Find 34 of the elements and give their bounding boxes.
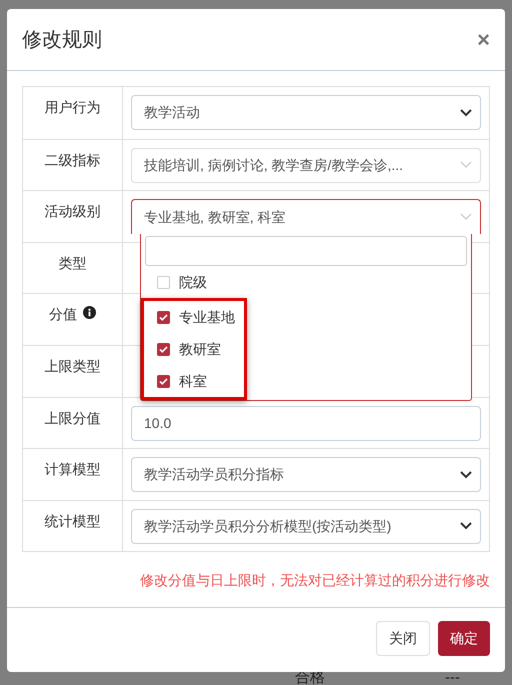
chevron-down-icon	[460, 522, 472, 530]
checkbox[interactable]	[157, 342, 170, 356]
cancel-button[interactable]: 关闭	[376, 621, 430, 656]
confirm-button[interactable]: 确定	[438, 621, 490, 656]
field-label: 上限类型	[44, 356, 100, 376]
select-field[interactable]: 教学活动学员积分分析模型(按活动类型)	[131, 508, 481, 544]
chevron-down-icon	[460, 161, 472, 170]
option-label[interactable]: 专业基地	[179, 306, 235, 328]
close-button[interactable]: ×	[477, 28, 490, 50]
field-label: 活动级别	[44, 202, 100, 222]
select-field[interactable]: 教学活动	[131, 95, 481, 130]
field-label: 上限分值	[44, 408, 100, 428]
chevron-down-icon	[460, 470, 472, 479]
multiselect-field[interactable]: 技能培训, 病例讨论, 教学查房/教学会诊,...	[131, 148, 481, 183]
search-field[interactable]	[145, 236, 467, 266]
input-field[interactable]: 10.0	[131, 406, 481, 441]
chevron-down-icon	[460, 108, 472, 116]
field-label: 用户行为	[44, 98, 100, 117]
modal-title: 修改规则	[22, 28, 102, 52]
checkbox[interactable]	[157, 276, 170, 289]
field-label: 类型	[58, 254, 86, 273]
option-label[interactable]: 教研室	[179, 338, 221, 360]
checkbox[interactable]	[157, 374, 170, 388]
field-label: 计算模型	[44, 460, 100, 480]
warning-note: 修改分值与日上限时，无法对已经计算过的积分进行修改	[140, 571, 490, 590]
table-cell-text: ---	[445, 668, 460, 685]
field-label: 统计模型	[44, 512, 100, 531]
field-label: 分值	[49, 305, 77, 324]
option-label[interactable]: 院级	[179, 272, 207, 293]
select-field[interactable]: 教学活动学员积分指标	[131, 457, 481, 492]
option-label[interactable]: 科室	[179, 370, 207, 392]
checkbox[interactable]	[157, 310, 170, 324]
field-label: 二级指标	[44, 150, 100, 170]
chevron-down-icon	[460, 213, 472, 222]
